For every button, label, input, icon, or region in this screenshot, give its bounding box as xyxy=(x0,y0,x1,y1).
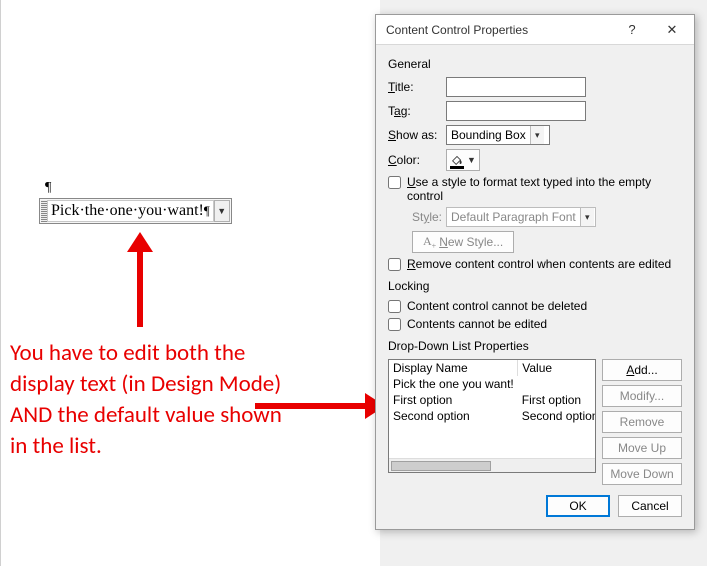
style-combo: Default Paragraph Font ▾ xyxy=(446,207,596,227)
remove-button: Remove xyxy=(602,411,682,433)
horizontal-scrollbar[interactable] xyxy=(389,458,595,472)
new-style-button: A+ New Style... xyxy=(412,231,514,253)
dialog-title: Content Control Properties xyxy=(386,23,612,37)
tag-input[interactable] xyxy=(446,101,586,121)
col-display-name: Display Name xyxy=(389,360,518,376)
chevron-down-icon: ▾ xyxy=(530,126,544,144)
no-edit-checkbox[interactable] xyxy=(388,318,401,331)
no-delete-checkbox[interactable] xyxy=(388,300,401,313)
close-button[interactable]: ✕ xyxy=(652,16,692,44)
document-area: ¶ Pick·the·one·you·want!¶ ▼ xyxy=(0,0,380,566)
modify-button: Modify... xyxy=(602,385,682,407)
add-button[interactable]: Add... xyxy=(602,359,682,381)
use-style-label: Use a style to format text typed into th… xyxy=(407,175,682,203)
list-item[interactable]: Second option Second option xyxy=(389,408,596,424)
section-general: General xyxy=(388,57,682,71)
label-tag: Tag: xyxy=(388,104,446,118)
no-delete-label: Content control cannot be deleted xyxy=(407,299,587,313)
chevron-down-icon: ▼ xyxy=(217,207,226,216)
remove-on-edit-label: Remove content control when contents are… xyxy=(407,257,671,271)
content-control-dropdown[interactable]: Pick·the·one·you·want!¶ ▼ xyxy=(39,198,232,224)
remove-on-edit-checkbox[interactable] xyxy=(388,258,401,271)
ddl-listbox[interactable]: Display Name Value Pick the one you want… xyxy=(388,359,596,473)
label-show-as: Show as: xyxy=(388,128,446,142)
label-style: Style: xyxy=(412,210,446,224)
control-dropdown-arrow[interactable]: ▼ xyxy=(214,200,230,222)
paint-bucket-icon xyxy=(450,153,464,167)
label-color: Color: xyxy=(388,153,446,167)
use-style-checkbox[interactable] xyxy=(388,176,401,189)
chevron-down-icon: ▾ xyxy=(580,208,594,226)
chevron-down-icon: ▼ xyxy=(467,156,476,165)
annotation-text: You have to edit both the display text (… xyxy=(10,338,290,462)
control-display-text[interactable]: Pick·the·one·you·want!¶ xyxy=(47,200,214,222)
style-a-icon: A+ xyxy=(423,234,436,250)
ok-button[interactable]: OK xyxy=(546,495,610,517)
paragraph-mark: ¶ xyxy=(45,180,51,196)
move-up-button: Move Up xyxy=(602,437,682,459)
list-item[interactable]: First option First option xyxy=(389,392,596,408)
list-item[interactable]: Pick the one you want! xyxy=(389,376,596,392)
dialog-titlebar[interactable]: Content Control Properties ? ✕ xyxy=(376,15,694,45)
color-picker[interactable]: ▼ xyxy=(446,149,480,171)
cancel-button[interactable]: Cancel xyxy=(618,495,682,517)
dialog-content-control-properties: Content Control Properties ? ✕ General T… xyxy=(375,14,695,530)
help-button[interactable]: ? xyxy=(612,16,652,44)
annotation-arrow-up xyxy=(130,232,150,327)
col-value: Value xyxy=(518,360,596,376)
move-down-button: Move Down xyxy=(602,463,682,485)
list-header-row: Display Name Value xyxy=(389,360,596,376)
title-input[interactable] xyxy=(446,77,586,97)
section-locking: Locking xyxy=(388,279,682,293)
label-title: Title: xyxy=(388,80,446,94)
show-as-combo[interactable]: Bounding Box ▾ xyxy=(446,125,550,145)
section-ddl: Drop-Down List Properties xyxy=(388,339,682,353)
no-edit-label: Contents cannot be edited xyxy=(407,317,547,331)
